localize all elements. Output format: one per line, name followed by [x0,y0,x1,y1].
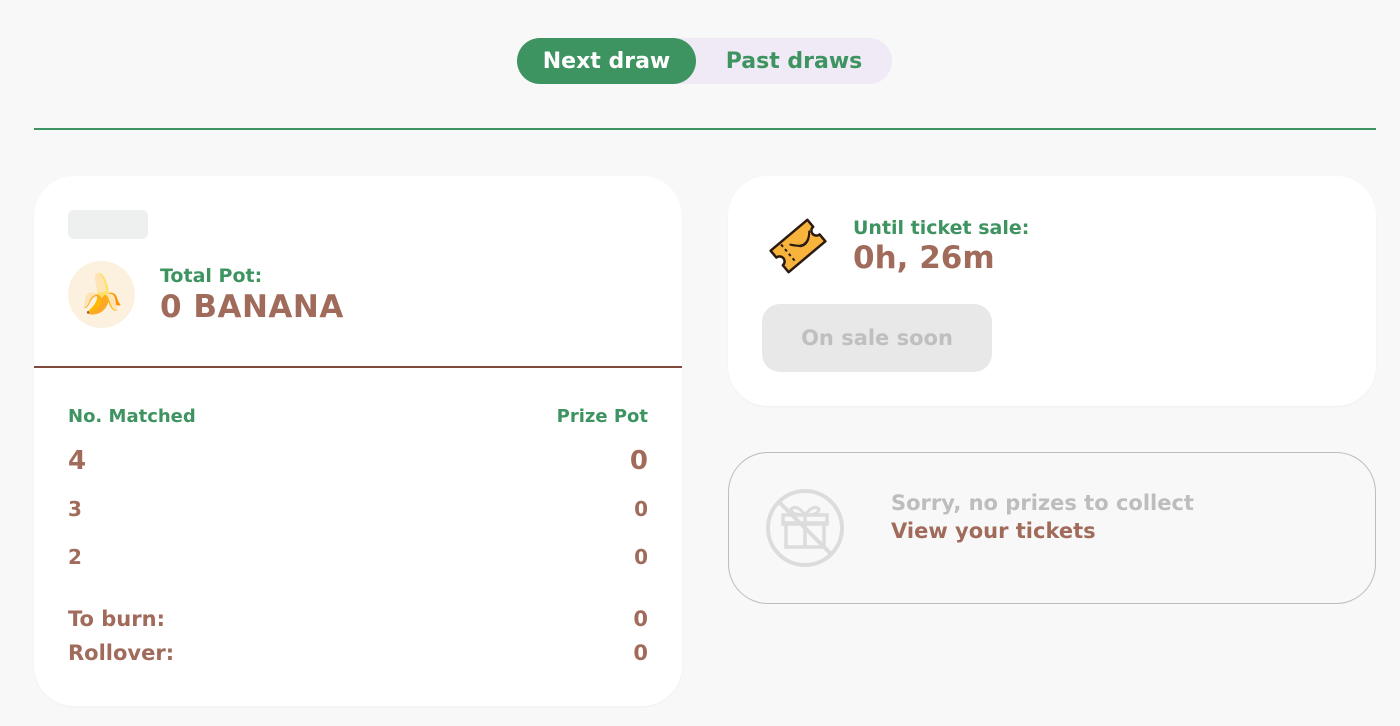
gift-no-icon [766,489,844,567]
prize-collect-card: Sorry, no prizes to collect View your ti… [728,452,1376,604]
total-pot-label: Total Pot: [160,265,263,287]
ticket-icon [769,218,827,274]
prize-3: 0 [634,497,648,521]
matched-2: 2 [68,545,82,569]
to-burn-value: 0 [633,607,648,631]
matched-3: 3 [68,497,82,521]
tab-past-draws[interactable]: Past draws [696,38,892,84]
rollover-value: 0 [633,641,648,665]
on-sale-soon-button[interactable]: On sale soon [762,304,992,372]
tab-next-draw[interactable]: Next draw [517,38,696,84]
total-pot-value: 0 BANANA [160,289,344,325]
banana-icon: 🍌 [68,261,135,328]
to-burn-label: To burn: [68,607,165,631]
loading-placeholder [68,210,148,239]
total-pot-card: 🍌 Total Pot: 0 BANANA No. Matched Prize … [34,176,682,706]
ticket-sale-label: Until ticket sale: [853,217,1030,239]
pot-divider [34,366,682,368]
col-header-matched: No. Matched [68,406,196,427]
header-divider [34,128,1376,130]
no-prizes-message: Sorry, no prizes to collect [891,491,1194,515]
ticket-sale-countdown: 0h, 26m [853,240,995,276]
matched-4: 4 [68,446,87,476]
rollover-label: Rollover: [68,641,175,665]
prize-2: 0 [634,545,648,569]
prize-4: 0 [629,446,648,476]
draw-tab-toggle: Next draw Past draws [517,38,892,84]
ticket-sale-card: Until ticket sale: 0h, 26m On sale soon [728,176,1376,406]
view-tickets-link[interactable]: View your tickets [891,519,1096,543]
col-header-prize: Prize Pot [556,406,648,427]
